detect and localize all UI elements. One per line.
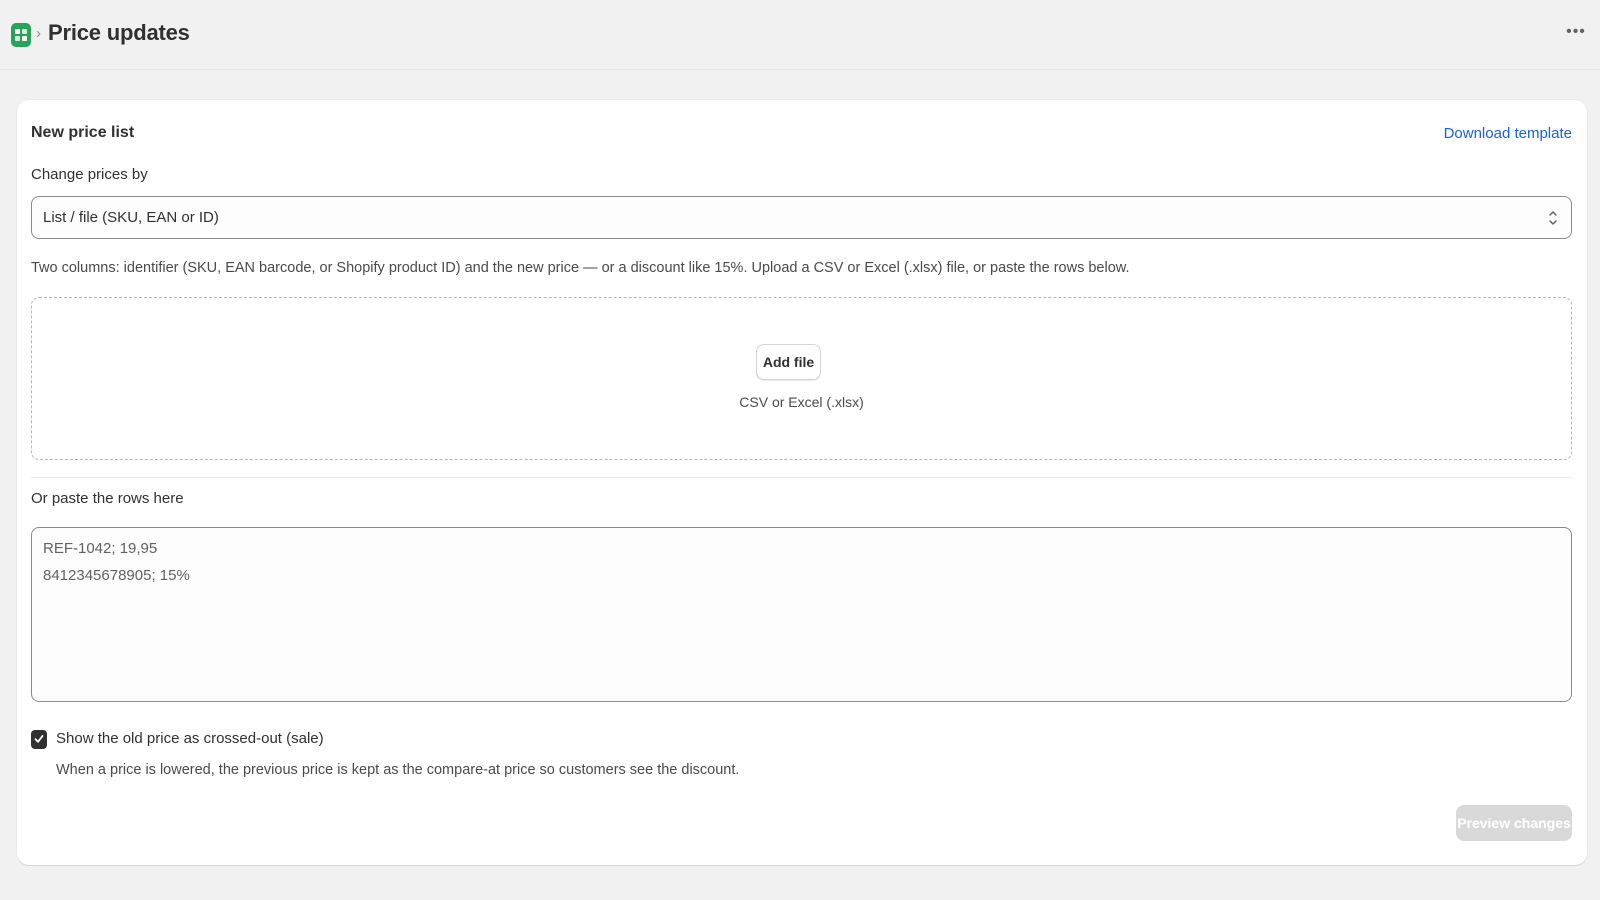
breadcrumb-separator: › [36,25,41,42]
app-logo-icon[interactable] [11,23,31,47]
more-actions-button[interactable]: ••• [1564,24,1588,45]
top-bar: › Price updates ••• [0,0,1600,70]
format-help-text: Two columns: identifier (SKU, EAN barcod… [31,260,1130,276]
dropzone-hint: CSV or Excel (.xlsx) [739,394,864,410]
divider [31,477,1572,478]
checkmark-icon [34,735,44,743]
paste-rows-label: Or paste the rows here [31,490,184,507]
preview-changes-button[interactable]: Preview changes [1456,805,1572,841]
change-prices-by-label: Change prices by [31,166,148,183]
chevron-up-down-icon [1549,211,1557,225]
sale-price-checkbox-label[interactable]: Show the old price as crossed-out (sale) [56,730,324,747]
sale-price-help-text: When a price is lowered, the previous pr… [56,762,740,778]
placeholder-line: REF-1042; 19,95 [43,540,158,557]
card-title: New price list [31,124,135,141]
new-price-list-card: New price list Download template Change … [17,100,1587,865]
add-file-button[interactable]: Add file [756,344,821,380]
page-title: Price updates [48,20,190,45]
select-value: List / file (SKU, EAN or ID) [43,209,219,226]
sale-price-checkbox[interactable] [31,730,47,749]
download-template-link[interactable]: Download template [1444,125,1572,142]
file-dropzone[interactable]: Add file CSV or Excel (.xlsx) [31,297,1572,460]
paste-rows-textarea[interactable]: REF-1042; 19,95 8412345678905; 15% [31,527,1572,702]
placeholder-line: 8412345678905; 15% [43,567,190,584]
change-prices-by-select[interactable]: List / file (SKU, EAN or ID) [31,196,1572,239]
